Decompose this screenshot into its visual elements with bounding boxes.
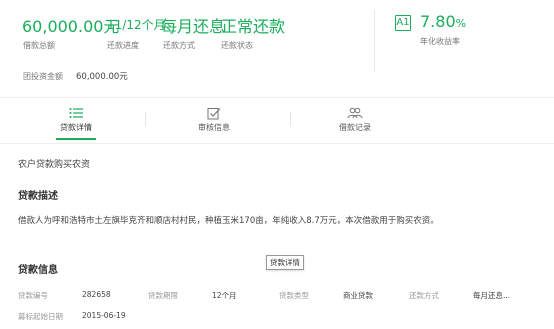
tab-label: 贷款详情 (60, 123, 92, 132)
tab-divider (145, 112, 146, 126)
repay-progress-value: 11/12个月 (107, 18, 166, 32)
loan-info-title: 贷款信息 (18, 265, 58, 276)
repay-method-cell-label: 还款方式 (409, 291, 439, 300)
invested-amount-value: 60,000.00元 (76, 72, 128, 82)
users-icon (300, 106, 410, 120)
repay-status-label: 还款状态 (221, 41, 253, 50)
repay-progress-label: 还款进度 (107, 41, 139, 50)
credit-grade-badge: A1 (395, 15, 411, 31)
loan-type-value: 商业贷款 (343, 291, 373, 300)
tabs-divider (0, 143, 554, 144)
description-title: 贷款描述 (18, 191, 58, 202)
tab-active-indicator (56, 138, 96, 140)
loan-term-label: 贷款期限 (148, 291, 178, 300)
tab-label: 审核信息 (198, 123, 230, 132)
tab-loan-details[interactable]: 贷款详情 (21, 106, 131, 133)
tab-loan-records[interactable]: 借款记录 (300, 106, 410, 133)
loan-amount-value: 60,000.00元 (22, 17, 120, 36)
annual-rate-value: 7.80% (420, 12, 467, 31)
fundraise-start-label: 募标起始日期 (18, 312, 63, 321)
tooltip: 贷款详情 (266, 255, 304, 270)
loan-id-value: 282658 (82, 290, 111, 299)
loan-type-label: 贷款类型 (279, 291, 309, 300)
check-document-icon (159, 106, 269, 120)
invested-amount-label: 团投资金额 (23, 72, 63, 81)
loan-amount-label: 借款总额 (23, 41, 55, 50)
repay-status-value: 正常还款 (221, 17, 286, 36)
summary-divider (374, 10, 375, 72)
annual-rate-label: 年化收益率 (420, 37, 460, 46)
description-text: 借款人为呼和浩特市土左旗毕克齐和顺店村村民，种植玉米170亩，年纯收入8.7万元… (18, 216, 439, 226)
tab-divider (290, 112, 291, 126)
header-divider (0, 97, 554, 98)
fundraise-start-value: 2015-06-19 (82, 311, 126, 320)
repay-method-value: 每月还息 (161, 17, 226, 36)
loan-purpose: 农户贷款购买农资 (18, 160, 91, 170)
loan-term-value: 12个月 (212, 291, 237, 300)
tab-label: 借款记录 (339, 123, 371, 132)
repay-method-label: 还款方式 (163, 41, 195, 50)
repay-method-cell-value: 每月还息... (473, 291, 511, 300)
loan-id-label: 贷款编号 (18, 291, 48, 300)
tab-review-info[interactable]: 审核信息 (159, 106, 269, 133)
list-icon (21, 106, 131, 120)
